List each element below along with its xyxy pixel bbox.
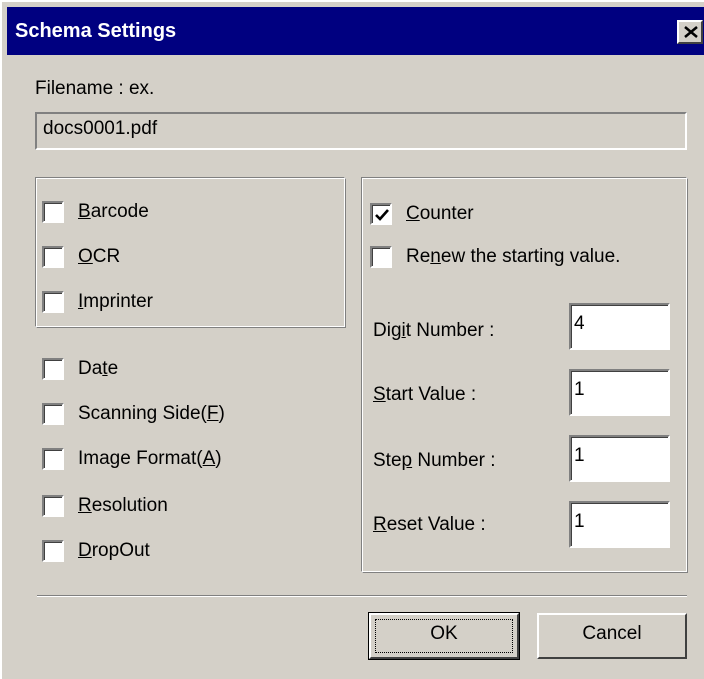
date-checkbox[interactable]: Date — [42, 358, 118, 380]
image-format-label: Image Format(A) — [78, 448, 222, 469]
filename-label: Filename : ex. — [35, 78, 155, 99]
dropout-checkbox[interactable]: DropOut — [42, 540, 150, 562]
dialog-title: Schema Settings — [15, 20, 177, 42]
date-label: Date — [78, 358, 119, 379]
barcode-label: Barcode — [78, 201, 149, 222]
counter-label: Counter — [406, 203, 474, 224]
resolution-label: Resolution — [78, 495, 168, 516]
scanning-side-checkbox[interactable]: Scanning Side(F) — [42, 403, 225, 425]
close-icon — [684, 26, 698, 38]
ok-button[interactable]: OK — [368, 612, 520, 660]
checkbox-box[interactable] — [42, 246, 64, 268]
barcode-checkbox[interactable]: Barcode — [42, 201, 149, 223]
reset-value-label: Reset Value : — [373, 514, 486, 535]
dropout-label: DropOut — [78, 540, 150, 561]
checkbox-box[interactable] — [42, 403, 64, 425]
reset-value-input[interactable]: 1 — [569, 501, 670, 548]
resolution-checkbox[interactable]: Resolution — [42, 495, 168, 517]
checkbox-box[interactable] — [42, 495, 64, 517]
counter-checkbox[interactable]: Counter — [370, 203, 474, 225]
title-bar: Schema Settings — [7, 7, 704, 55]
checkbox-box[interactable] — [42, 291, 64, 313]
renew-label: Renew the starting value. — [406, 246, 621, 267]
checkbox-box[interactable] — [42, 540, 64, 562]
separator — [37, 595, 687, 597]
imprinter-label: Imprinter — [78, 291, 153, 312]
checkbox-box[interactable] — [370, 246, 392, 268]
close-button[interactable] — [677, 20, 703, 44]
digit-number-input[interactable]: 4 — [569, 303, 670, 350]
schema-settings-dialog: Schema Settings Filename : ex. docs0001.… — [0, 0, 704, 679]
checkbox-box[interactable] — [370, 203, 392, 225]
checkbox-box[interactable] — [42, 358, 64, 380]
image-format-checkbox[interactable]: Image Format(A) — [42, 448, 222, 470]
renew-starting-value-checkbox[interactable]: Renew the starting value. — [370, 246, 620, 268]
digit-number-label: Digit Number : — [373, 320, 495, 341]
imprinter-checkbox[interactable]: Imprinter — [42, 291, 153, 313]
cancel-button[interactable]: Cancel — [537, 613, 687, 659]
scanning-side-label: Scanning Side(F) — [78, 403, 225, 424]
ok-label: OK — [430, 623, 458, 644]
checkmark-icon — [375, 209, 389, 221]
start-value-input[interactable]: 1 — [569, 369, 670, 416]
checkbox-box[interactable] — [42, 448, 64, 470]
filename-example-field: docs0001.pdf — [35, 112, 687, 150]
start-value-label: Start Value : — [373, 384, 477, 405]
checkbox-box[interactable] — [42, 201, 64, 223]
ocr-label: OCR — [78, 246, 121, 267]
cancel-label: Cancel — [582, 623, 642, 644]
ocr-checkbox[interactable]: OCR — [42, 246, 120, 268]
step-number-input[interactable]: 1 — [569, 435, 670, 482]
step-number-label: Step Number : — [373, 450, 496, 471]
